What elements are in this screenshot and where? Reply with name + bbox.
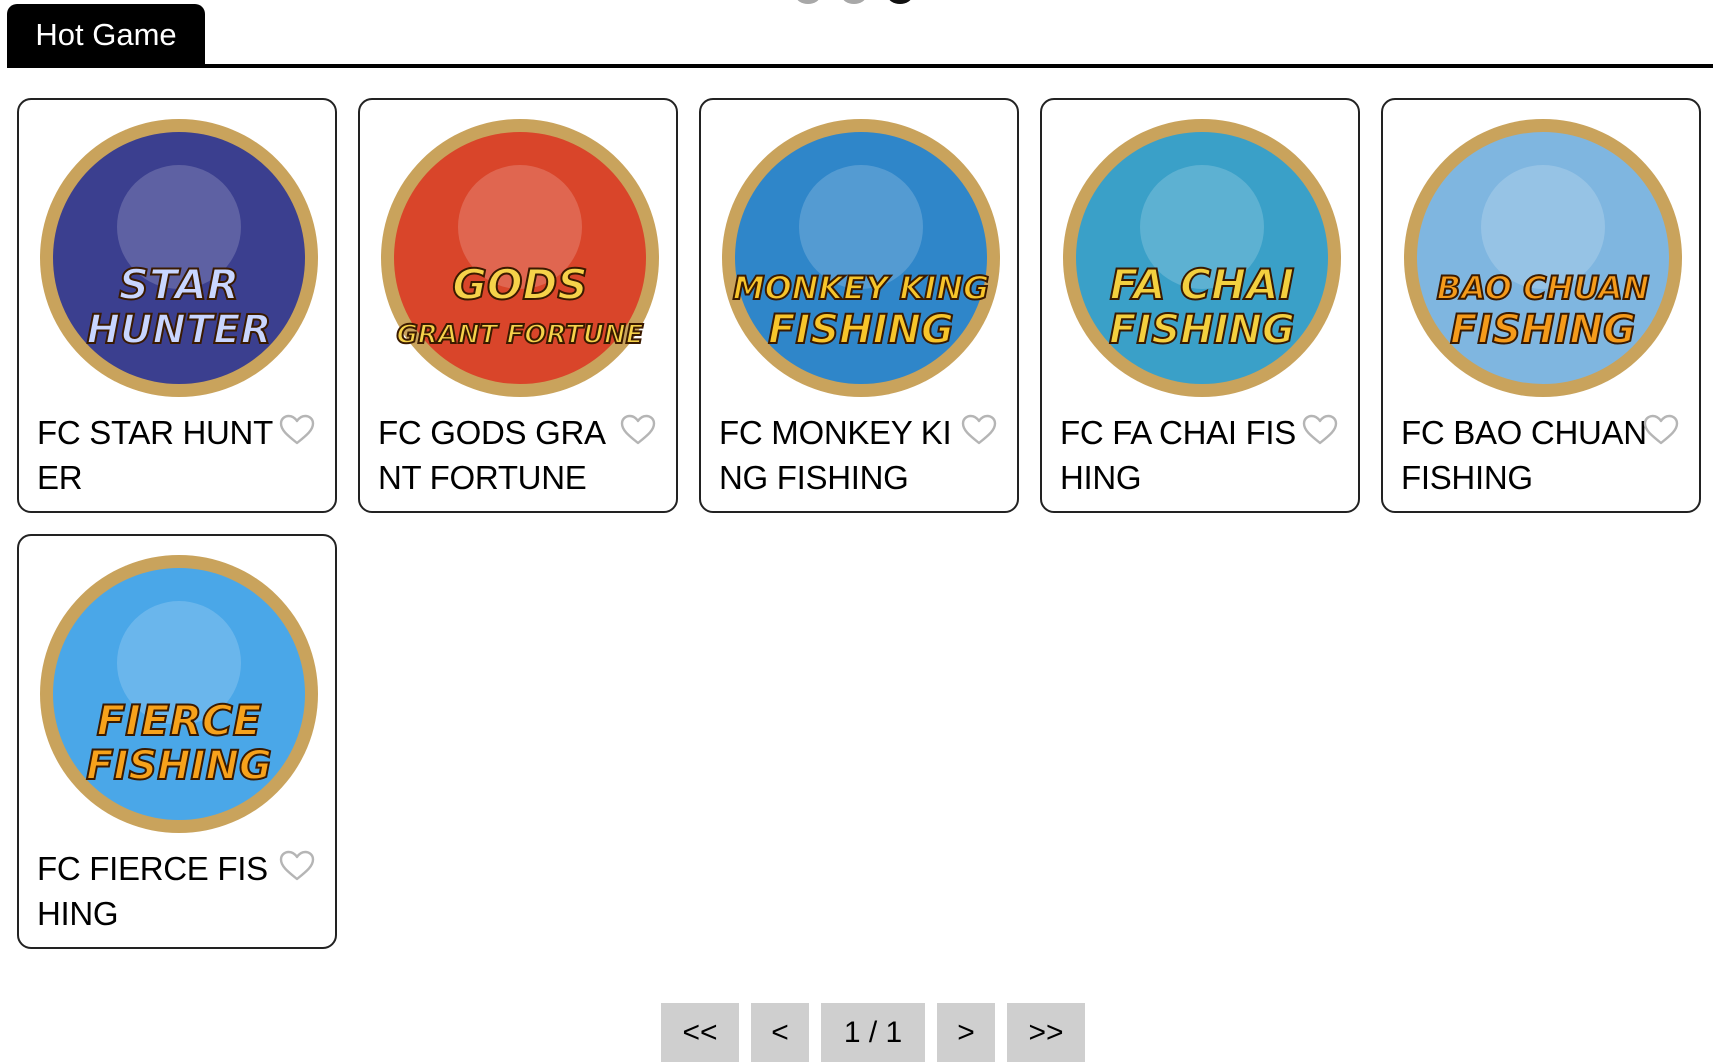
game-title: FC GODS GRANT FORTUNE	[378, 414, 606, 496]
game-thumbnail[interactable]: MONKEY KING FISHING	[720, 117, 1002, 399]
game-logo-line1: MONKEY KING	[733, 269, 990, 307]
prev-page-button[interactable]: <	[751, 1003, 809, 1062]
pagination: << < 1 / 1 > >>	[0, 1003, 1714, 1062]
heart-icon[interactable]	[1643, 414, 1679, 446]
section-tab-bar: Hot Game	[7, 4, 1713, 68]
game-logo-line2: FISHING	[768, 307, 954, 353]
game-logo-line1: FA CHAI	[1110, 260, 1295, 309]
last-page-button[interactable]: >>	[1007, 1003, 1085, 1062]
game-card[interactable]: FIERCE FISHING FC FIERCE FISHING	[17, 534, 337, 949]
game-card[interactable]: MONKEY KING FISHING FC MONKEY KING FISHING	[699, 98, 1019, 513]
heart-icon[interactable]	[279, 850, 315, 882]
page-indicator: 1 / 1	[821, 1003, 925, 1062]
game-thumbnail[interactable]: STAR HUNTER	[38, 117, 320, 399]
game-card[interactable]: STAR HUNTER FC STAR HUNTER	[17, 98, 337, 513]
first-page-button[interactable]: <<	[661, 1003, 739, 1062]
game-grid: STAR HUNTER FC STAR HUNTER GODS GRANT FORTUN…	[17, 98, 1701, 949]
game-logo-line2: FISHING	[1109, 307, 1295, 353]
game-logo-line2: HUNTER	[87, 307, 272, 353]
game-title: FC MONKEY KING FISHING	[719, 414, 952, 496]
game-thumbnail[interactable]: FA CHAI FISHING	[1061, 117, 1343, 399]
game-card[interactable]: BAO CHUAN FISHING FC BAO CHUAN FISHING	[1381, 98, 1701, 513]
heart-icon[interactable]	[961, 414, 997, 446]
game-card[interactable]: FA CHAI FISHING FC FA CHAI FISHING	[1040, 98, 1360, 513]
game-logo-line1: GODS	[452, 260, 587, 309]
tab-label: Hot Game	[35, 17, 177, 52]
game-logo-line2: FISHING	[86, 743, 272, 789]
heart-icon[interactable]	[1302, 414, 1338, 446]
game-title: FC BAO CHUAN FISHING	[1401, 414, 1647, 496]
game-thumbnail[interactable]: FIERCE FISHING	[38, 553, 320, 835]
game-thumbnail[interactable]: BAO CHUAN FISHING	[1402, 117, 1684, 399]
tab-divider	[7, 64, 1713, 68]
game-logo-line1: BAO CHUAN	[1437, 269, 1650, 307]
game-card[interactable]: GODS GRANT FORTUNE FC GODS GRANT FORTUNE	[358, 98, 678, 513]
game-logo-line2: FISHING	[1450, 307, 1636, 353]
game-title: FC FA CHAI FISHING	[1060, 414, 1297, 496]
game-title: FC STAR HUNTER	[37, 414, 273, 496]
game-logo-line2: GRANT FORTUNE	[396, 320, 643, 350]
game-title: FC FIERCE FISHING	[37, 850, 268, 932]
game-logo-line1: FIERCE	[97, 696, 262, 745]
game-thumbnail[interactable]: GODS GRANT FORTUNE	[379, 117, 661, 399]
game-logo-line1: STAR	[119, 260, 239, 309]
heart-icon[interactable]	[279, 414, 315, 446]
next-page-button[interactable]: >	[937, 1003, 995, 1062]
tab-hot-game[interactable]: Hot Game	[7, 4, 205, 68]
heart-icon[interactable]	[620, 414, 656, 446]
